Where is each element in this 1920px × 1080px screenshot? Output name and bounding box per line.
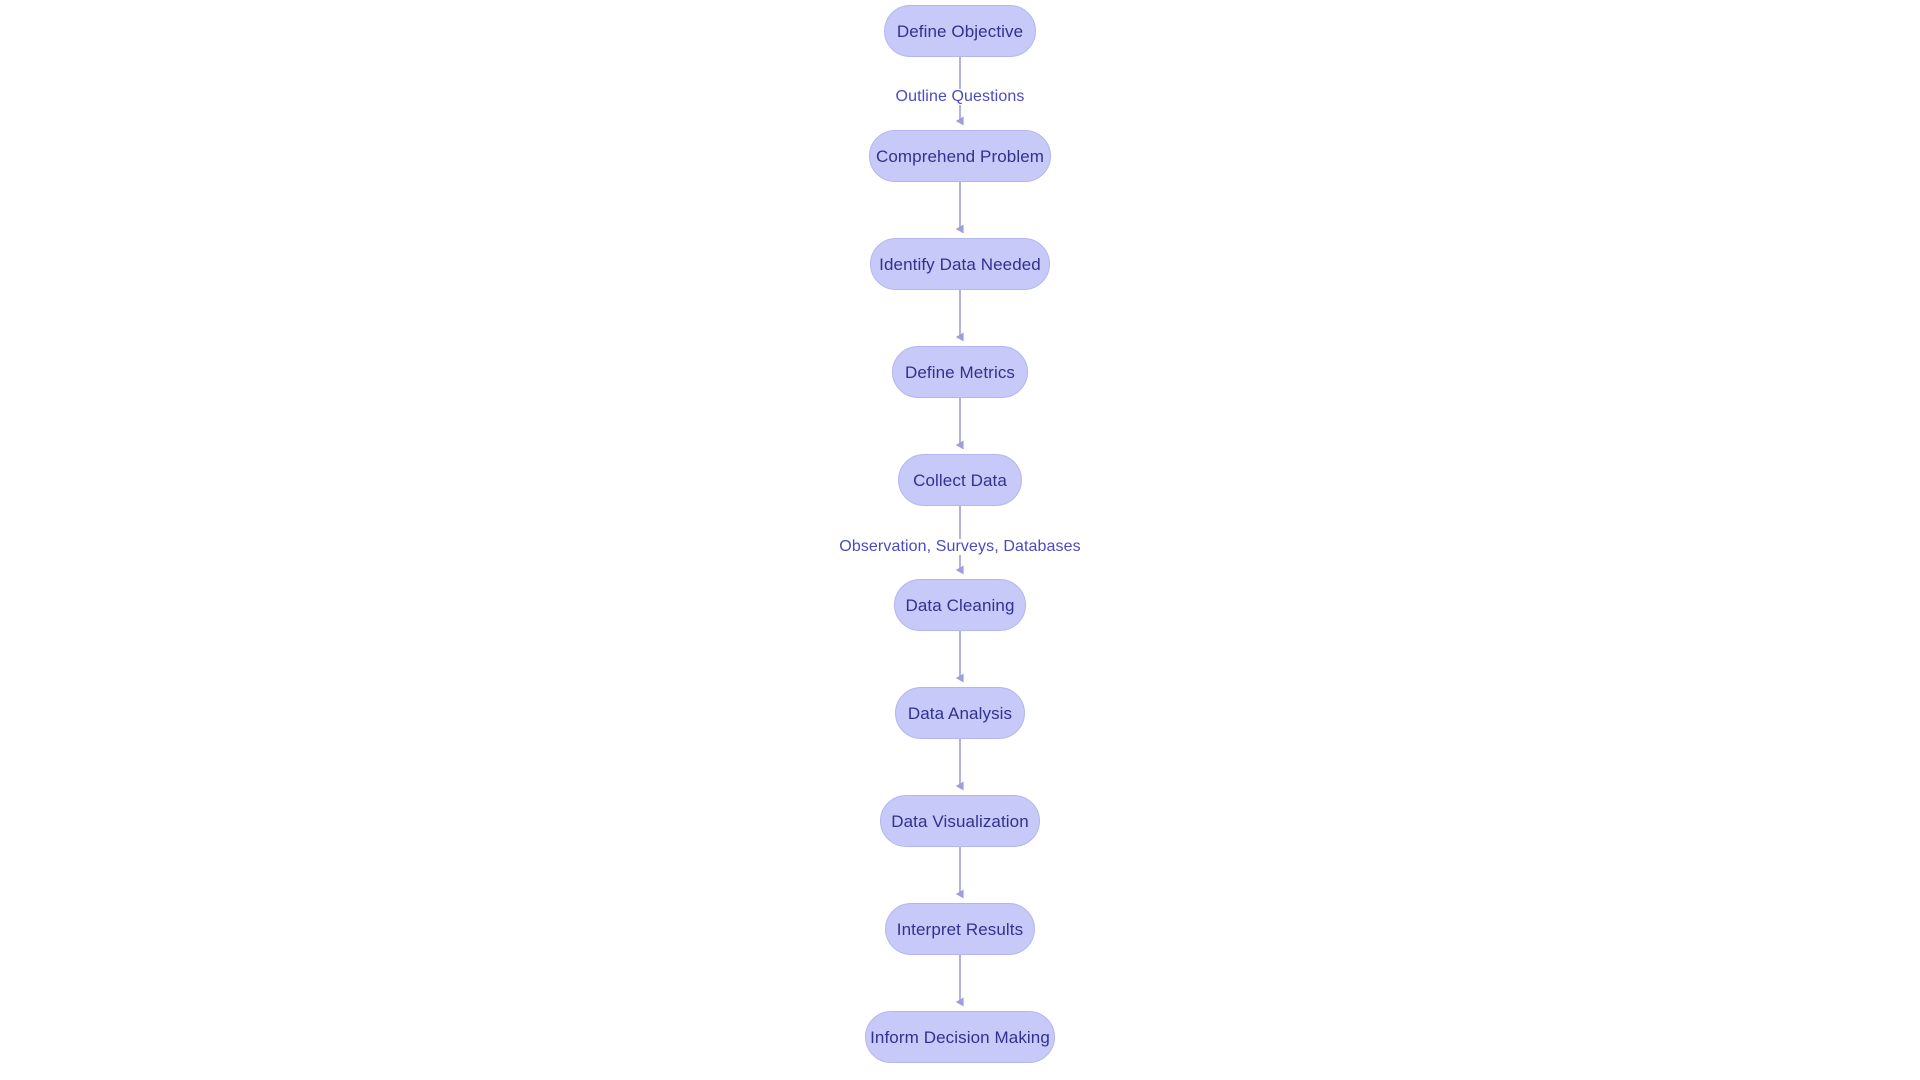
flow-node-label: Collect Data <box>913 470 1007 490</box>
flow-node-label: Inform Decision Making <box>870 1027 1050 1047</box>
flow-node-data-analysis[interactable]: Data Analysis <box>895 687 1025 739</box>
flow-node-label: Data Cleaning <box>905 595 1015 615</box>
flow-node-identify-data[interactable]: Identify Data Needed <box>870 238 1050 290</box>
flow-edge-label-collect-data-to-data-cleaning: Observation, Surveys, Databases <box>834 539 1086 555</box>
flow-node-comprehend-problem[interactable]: Comprehend Problem <box>869 130 1051 182</box>
flow-node-label: Data Analysis <box>907 703 1013 723</box>
flow-edge-label-define-objective-to-comprehend-problem: Outline Questions <box>890 89 1030 105</box>
flow-node-label: Comprehend Problem <box>875 146 1045 166</box>
flow-node-define-metrics[interactable]: Define Metrics <box>892 346 1028 398</box>
flow-node-label: Define Objective <box>896 21 1024 41</box>
flow-node-inform-decision[interactable]: Inform Decision Making <box>865 1011 1055 1063</box>
flow-node-data-visualization[interactable]: Data Visualization <box>880 795 1040 847</box>
flow-node-label: Data Visualization <box>891 811 1029 831</box>
flow-node-data-cleaning[interactable]: Data Cleaning <box>894 579 1026 631</box>
flow-node-interpret-results[interactable]: Interpret Results <box>885 903 1035 955</box>
flow-node-label: Interpret Results <box>896 919 1024 939</box>
flow-node-label: Define Metrics <box>904 362 1016 382</box>
flow-node-collect-data[interactable]: Collect Data <box>898 454 1022 506</box>
flowchart-canvas: Define Objective Comprehend Problem Identi… <box>0 0 1920 1080</box>
flow-node-label: Identify Data Needed <box>879 254 1041 274</box>
flow-node-define-objective[interactable]: Define Objective <box>884 5 1036 57</box>
